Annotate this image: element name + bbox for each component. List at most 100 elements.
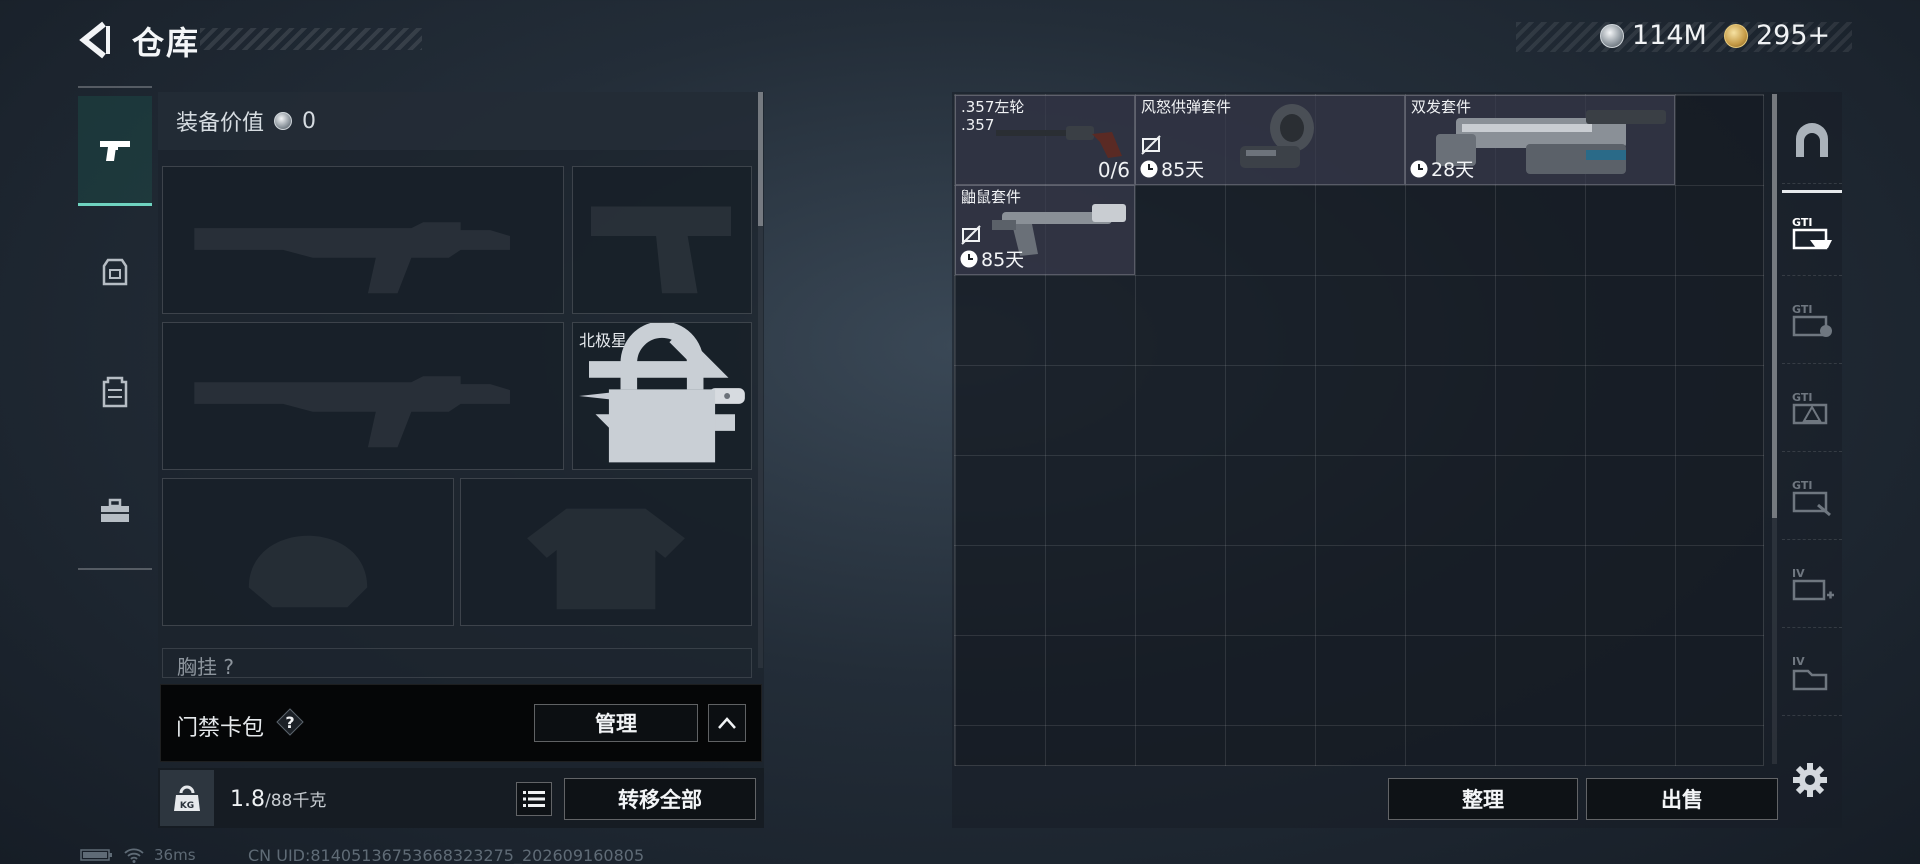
status-bar: 36ms [80, 846, 196, 864]
iv-storage-case-icon: IV [1792, 655, 1828, 690]
item-timer: 85天 [960, 245, 1024, 272]
weight-icon-box: KG [160, 770, 214, 826]
rifle-silhouette-icon [194, 222, 510, 294]
silver-amount: 114M [1632, 20, 1707, 51]
item-timer: 28天 [1410, 155, 1474, 182]
gear-icon[interactable] [1790, 760, 1830, 800]
container-rail: GTI GTI GTI GTI IV IV [1782, 92, 1842, 732]
drum-magazine-image [1240, 104, 1314, 168]
wifi-icon [124, 848, 144, 863]
transfer-all-button[interactable]: 转移全部 [564, 778, 756, 820]
item-timer-text: 85天 [981, 249, 1025, 271]
armor-silhouette-icon [527, 508, 685, 610]
clock-icon [1140, 160, 1158, 177]
battery-icon [80, 849, 112, 861]
gti-weapon-case-icon: GTI [1792, 216, 1832, 250]
stash-item-double-kit[interactable]: 双发套件 28天 [1405, 95, 1675, 185]
silver-coin-icon [1600, 23, 1624, 48]
gti-key-case-icon: GTI [1792, 479, 1831, 516]
gti-ammo-case-icon: GTI [1792, 303, 1832, 337]
revolver-image [996, 126, 1122, 158]
container-tab-ammo-case[interactable]: GTI [1782, 278, 1842, 364]
lock-icon [608, 323, 716, 463]
clock-icon [960, 250, 978, 267]
container-tab-storage-case[interactable]: IV [1782, 630, 1842, 716]
rifle-silhouette-icon [194, 376, 510, 448]
case-label: GTI [1792, 216, 1812, 229]
equipment-value: 装备价值 0 [158, 92, 758, 150]
case-label: GTI [1792, 391, 1812, 404]
chest-rig-label: 胸挂 ? [162, 648, 752, 678]
chevron-up-icon [718, 717, 736, 729]
helmet-slot[interactable] [162, 478, 454, 626]
item-timer-text: 28天 [1431, 159, 1475, 181]
gold-coin-icon [1724, 23, 1748, 48]
back-arrow-icon[interactable] [78, 20, 112, 60]
item-ammo-count: 0/6 [1097, 158, 1130, 182]
gold-currency[interactable]: 295+ [1724, 20, 1830, 51]
help-icon[interactable]: ? [276, 708, 304, 736]
pistol-icon [100, 140, 130, 161]
category-rail [78, 86, 152, 570]
stash-grid[interactable]: .357左轮 .357 0/6 风怒供弹套件 85天 双发套件 28天 鼬鼠套件… [954, 94, 1764, 766]
iv-medical-case-icon: IV [1792, 567, 1834, 600]
kettlebell-icon: KG [174, 785, 200, 811]
title-decoration [200, 28, 422, 50]
pistol-silhouette-icon [590, 206, 732, 294]
container-tab-key-case[interactable]: GTI [1782, 454, 1842, 540]
weight-current: 1.8 [230, 787, 265, 812]
silver-currency[interactable]: 114M [1600, 20, 1707, 51]
kg-text: KG [180, 801, 194, 811]
list-view-button[interactable] [516, 782, 552, 816]
armor-slot[interactable] [460, 478, 752, 626]
container-tab-hazard-case[interactable]: GTI [1782, 366, 1842, 452]
list-icon [523, 791, 545, 807]
case-label: GTI [1792, 479, 1812, 492]
backpack-icon [102, 258, 128, 286]
container-tab-stash[interactable] [1782, 98, 1842, 184]
rail-item-weapons[interactable] [78, 96, 152, 206]
sell-button[interactable]: 出售 [1586, 778, 1778, 820]
uid-readout: CN UID:814051367536683232​75_20260916080… [248, 846, 645, 864]
stash-item-revolver[interactable]: .357左轮 .357 0/6 [955, 95, 1135, 185]
card-pack-label: 门禁卡包 [176, 716, 265, 741]
ping-readout: 36ms [154, 846, 196, 864]
manage-button[interactable]: 管理 [534, 704, 698, 742]
helmet-silhouette-icon [248, 535, 368, 608]
case-label: GTI [1792, 303, 1812, 316]
gti-hazard-case-icon: GTI [1792, 391, 1828, 424]
equipment-value-label: 装备价值 [176, 111, 265, 136]
page-title: 仓库 [132, 24, 201, 62]
no-trade-icon [961, 225, 981, 245]
item-caliber: .357 [961, 116, 995, 134]
stash-scrollbar-thumb[interactable] [1772, 94, 1777, 518]
melee-slot[interactable]: 北极星 [572, 322, 752, 470]
item-name: 风怒供弹套件 [1141, 98, 1232, 116]
rail-item-toolbox[interactable] [78, 456, 152, 566]
case-label: IV [1792, 567, 1805, 580]
rail-item-backpack[interactable] [78, 216, 152, 326]
weight-capacity: /88千克 [265, 791, 327, 811]
no-trade-icon [1141, 135, 1161, 155]
container-tab-medical-case[interactable]: IV [1782, 542, 1842, 628]
stash-item-drum-kit[interactable]: 风怒供弹套件 85天 [1135, 95, 1405, 185]
help-glyph: ? [285, 713, 294, 732]
primary-weapon-slot[interactable] [162, 166, 564, 314]
clock-icon [1410, 160, 1428, 177]
collapse-button[interactable] [708, 704, 746, 742]
pistol-slot[interactable] [572, 166, 752, 314]
toolbox-icon [101, 498, 129, 522]
left-scrollbar-thumb[interactable] [758, 92, 763, 226]
secondary-weapon-slot[interactable] [162, 322, 564, 470]
case-label: IV [1792, 655, 1805, 668]
gold-amount: 295+ [1756, 20, 1831, 51]
vest-icon [102, 376, 128, 408]
rail-item-vest[interactable] [78, 336, 152, 446]
equipment-value-amount: 0 [302, 108, 317, 134]
container-tab-weapon-case[interactable]: GTI [1782, 190, 1842, 276]
stash-arch-icon [1796, 122, 1828, 157]
sort-button[interactable]: 整理 [1388, 778, 1578, 820]
silver-coin-icon [274, 112, 293, 130]
item-timer-text: 85天 [1161, 159, 1205, 181]
stash-item-weasel-kit[interactable]: 鼬鼠套件 85天 [955, 185, 1135, 275]
